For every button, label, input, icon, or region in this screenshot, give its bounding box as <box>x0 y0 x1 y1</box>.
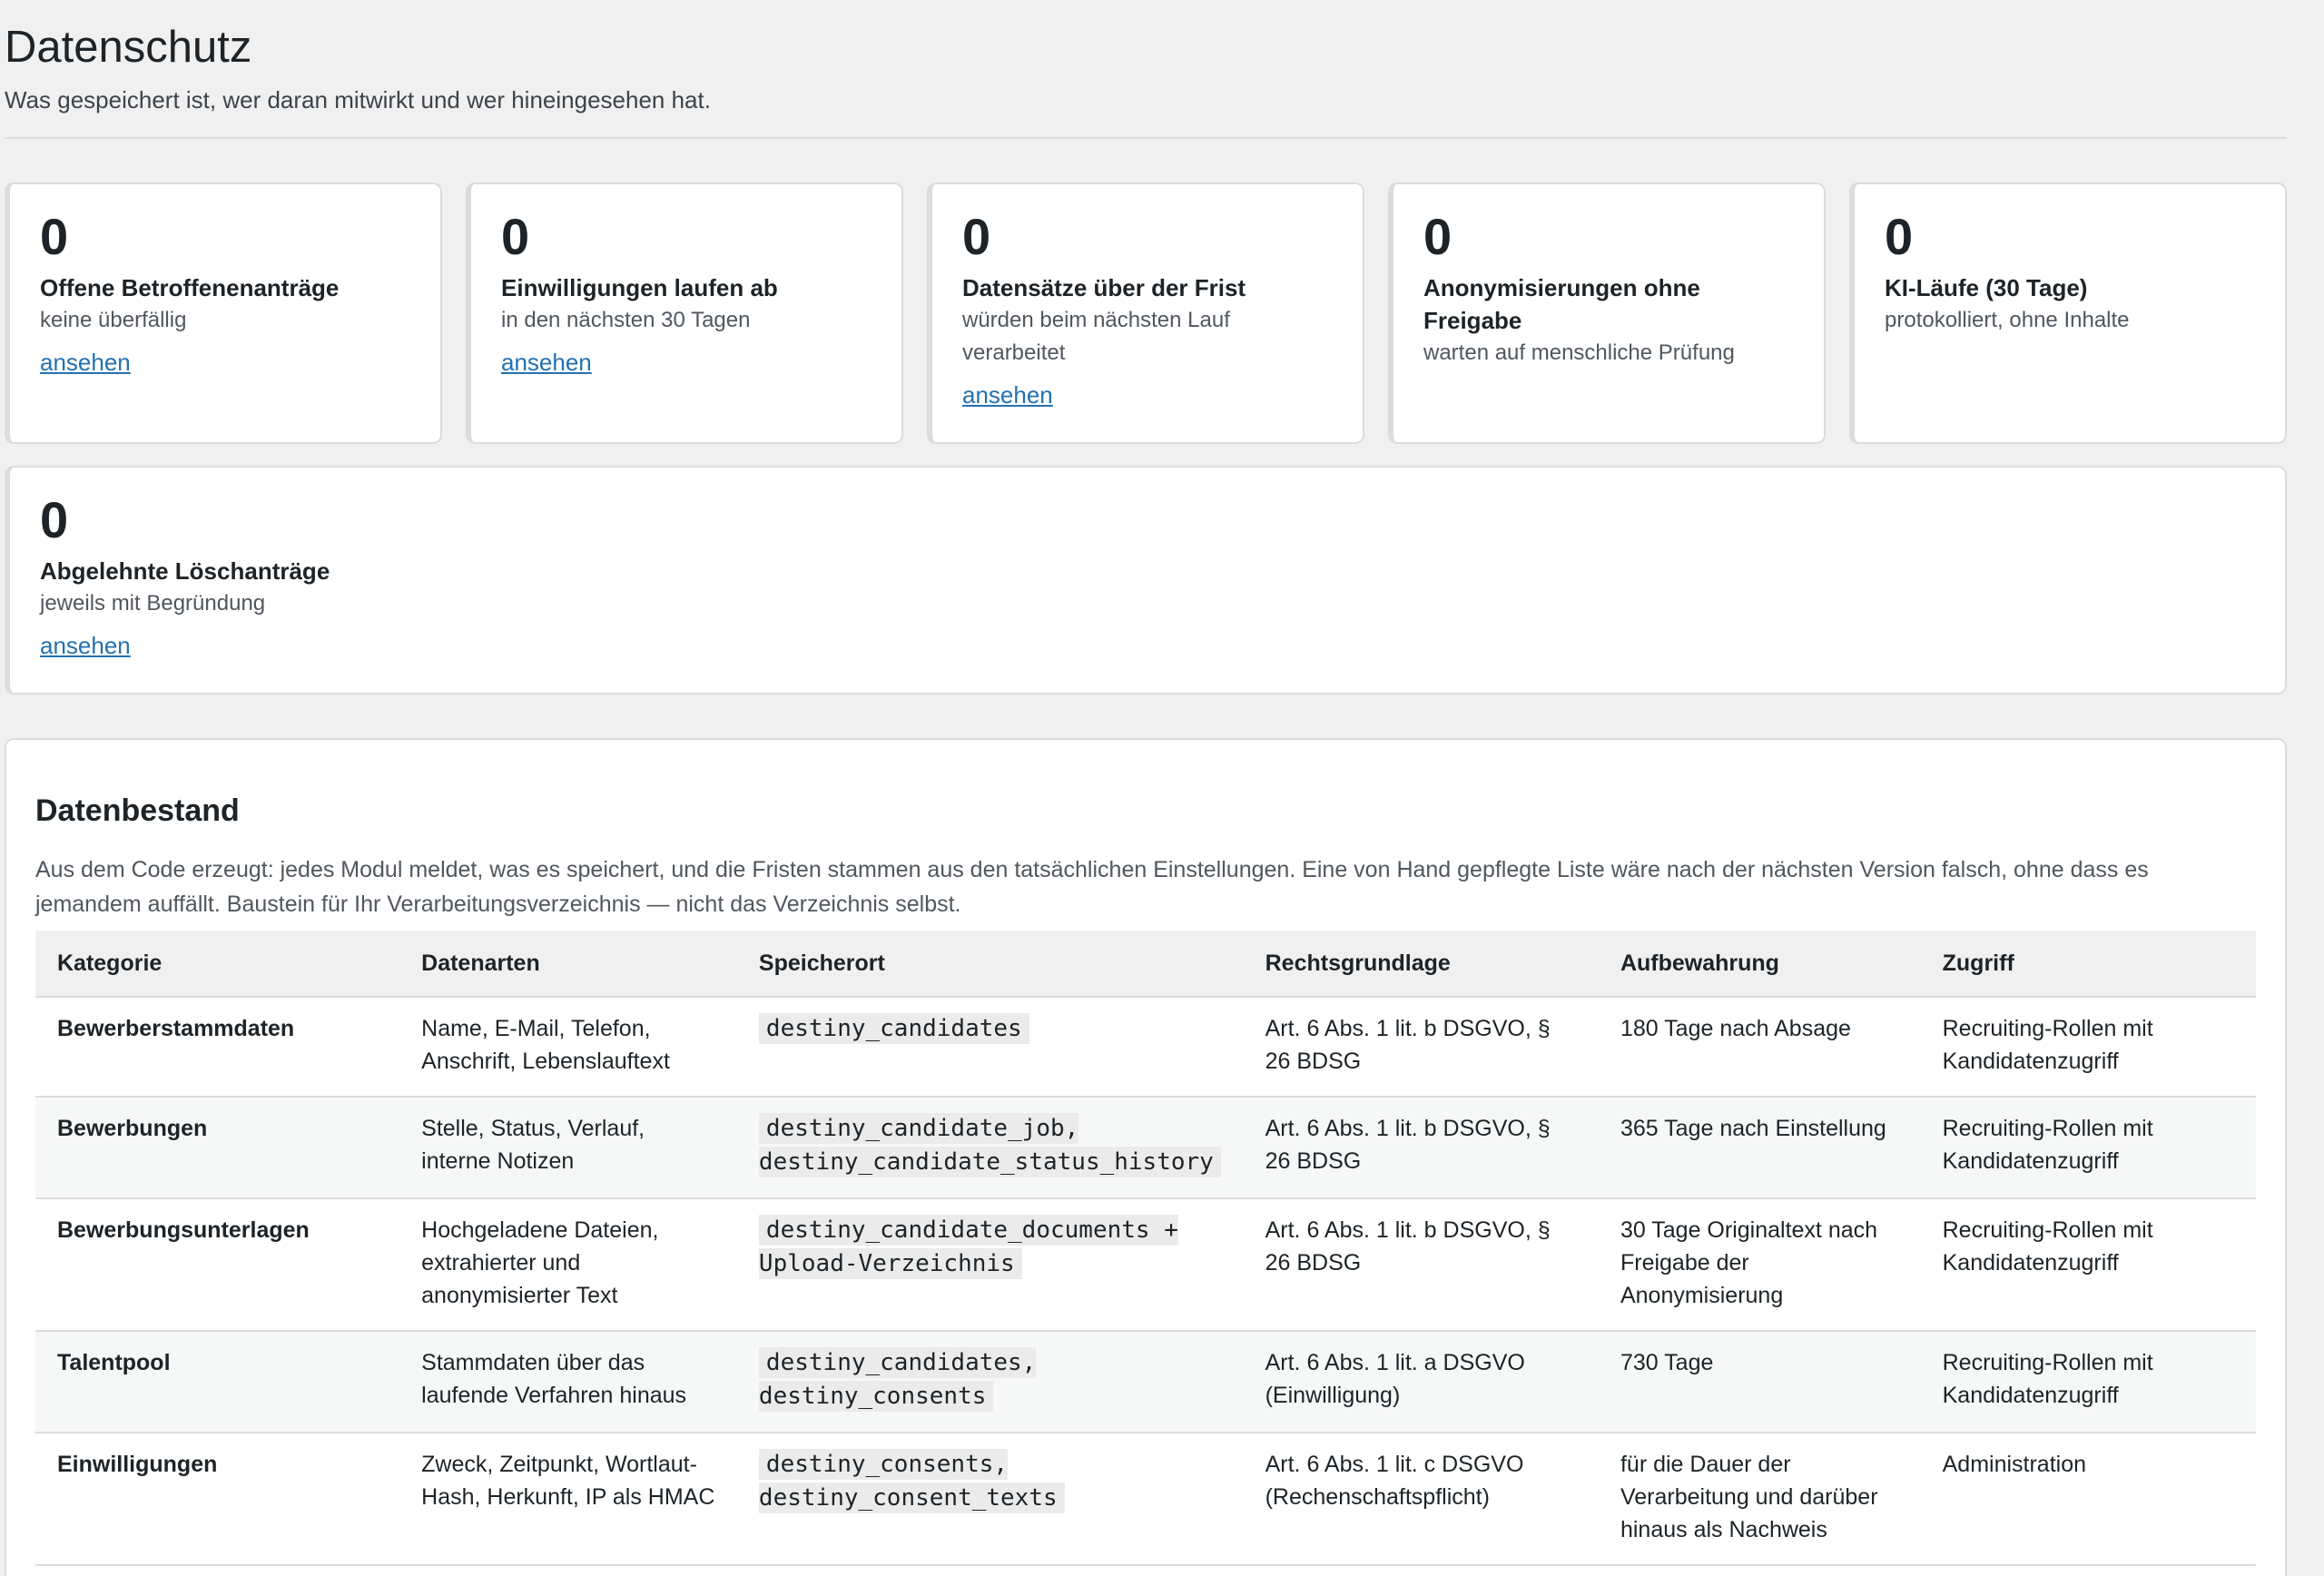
page-subtitle: Was gespeichert ist, wer daran mitwirkt … <box>5 86 711 113</box>
cell-category: Talentpool <box>35 1331 400 1433</box>
cell-category: Bewerbungsunterlagen <box>35 1198 400 1332</box>
card-title: Anonymisierungen ohne Freigabe <box>1423 274 1700 334</box>
cell-category: Bewerberstammdaten <box>35 997 400 1098</box>
card-description: protokolliert, ohne Inhalte <box>1885 308 2130 332</box>
cell-storage: destiny_candidates, destiny_consents <box>736 1331 1244 1433</box>
card-title: Datensätze über der Frist <box>962 274 1246 301</box>
cell-category: Bewerbungen <box>35 1097 400 1199</box>
cell-data-types: Name, E-Mail, Telefon, Anschrift, Lebens… <box>399 997 737 1098</box>
view-overdue-records-link[interactable]: ansehen <box>962 379 1053 411</box>
cell-retention: 180 Tage nach Absage <box>1598 997 1921 1098</box>
view-rejected-deletions-link[interactable]: ansehen <box>40 629 131 662</box>
view-open-requests-link[interactable]: ansehen <box>40 346 131 379</box>
card-title: KI-Läufe (30 Tage) <box>1885 274 2088 301</box>
card-description: keine überfällig <box>40 308 187 332</box>
cell-storage: destiny_candidate_job, destiny_candidate… <box>736 1097 1244 1199</box>
cell-storage: destiny_candidates <box>736 997 1244 1098</box>
cell-retention: 365 Tage nach Einstellung <box>1598 1097 1921 1199</box>
data-inventory-panel: Datenbestand Aus dem Code erzeugt: jedes… <box>5 738 2287 1576</box>
cell-access: Recruiting-Rollen mit Kandidatenzugriff <box>1920 1331 2256 1433</box>
card-value: 0 <box>1885 208 1914 265</box>
column-header-retention: Aufbewahrung <box>1598 931 1921 998</box>
column-header-access: Zugriff <box>1920 931 2256 998</box>
cell-retention: 30 Tage Originaltext nach Freigabe der A… <box>1598 1198 1921 1332</box>
card-description: jeweils mit Begründung <box>40 591 266 616</box>
storage-code: destiny_candidates, destiny_consents <box>758 1347 1037 1412</box>
table-row: Bewerberstammdaten Name, E-Mail, Telefon… <box>35 997 2256 1098</box>
header-divider <box>5 137 2287 139</box>
card-rejected-deletions: 0 Abgelehnte Löschanträge jeweils mit Be… <box>5 466 2287 694</box>
card-open-requests: 0 Offene Betroffenenanträge keine überfä… <box>5 182 442 444</box>
cell-data-types: Hochgeladene Dateien, extrahierter und a… <box>399 1198 737 1332</box>
cell-legal-basis: Art. 6 Abs. 1 lit. c DSGVO (Rechenschaft… <box>1243 1433 1599 1566</box>
table-row: Talentpool Stammdaten über das laufende … <box>35 1331 2256 1433</box>
cell-access: Administration <box>1920 1433 2256 1566</box>
card-ai-runs: 0 KI-Läufe (30 Tage) protokolliert, ohne… <box>1849 182 2287 444</box>
cell-data-types: Zweck, Zeitpunkt, Wortlaut-Hash, Herkunf… <box>399 1433 737 1566</box>
table-row: Einwilligungen Zweck, Zeitpunkt, Wortlau… <box>35 1433 2256 1566</box>
card-description: warten auf menschliche Prüfung <box>1423 340 1735 365</box>
storage-code: destiny_candidate_job, destiny_candidate… <box>758 1113 1221 1177</box>
summary-cards: 0 Offene Betroffenenanträge keine überfä… <box>5 182 2287 694</box>
column-header-category: Kategorie <box>35 931 400 998</box>
card-description: würden beim nächsten Lauf verarbeitet <box>962 308 1230 365</box>
privacy-page: Datenschutz Was gespeichert ist, wer dar… <box>0 0 2324 1576</box>
view-expiring-consents-link[interactable]: ansehen <box>501 346 592 379</box>
cell-retention: 730 Tage <box>1598 1331 1921 1433</box>
card-title: Abgelehnte Löschanträge <box>40 557 330 585</box>
storage-code: destiny_candidates <box>758 1013 1029 1044</box>
card-description: in den nächsten 30 Tagen <box>501 308 751 332</box>
page-title: Datenschutz <box>5 23 252 72</box>
cell-data-types: Stelle, Status, Verlauf, interne Notizen <box>399 1097 737 1199</box>
table-row: Bewerbungen Stelle, Status, Verlauf, int… <box>35 1097 2256 1199</box>
card-value: 0 <box>962 208 991 265</box>
cell-legal-basis: Art. 6 Abs. 1 lit. a DSGVO (Einwilligung… <box>1243 1331 1599 1433</box>
column-header-data-types: Datenarten <box>399 931 737 998</box>
cell-access: Recruiting-Rollen mit Kandidatenzugriff <box>1920 1097 2256 1199</box>
cell-storage: destiny_candidate_documents + Upload-Ver… <box>736 1198 1244 1332</box>
table-header-row: Kategorie Datenarten Speicherort Rechtsg… <box>35 931 2256 998</box>
inventory-title: Datenbestand <box>35 793 240 828</box>
cell-legal-basis: Art. 6 Abs. 1 lit. b DSGVO, § 26 BDSG <box>1243 1198 1599 1332</box>
table-row: Bewerbungsunterlagen Hochgeladene Dateie… <box>35 1198 2256 1332</box>
cell-legal-basis: Art. 6 Abs. 1 lit. b DSGVO, § 26 BDSG <box>1243 1097 1599 1199</box>
cell-category: Einwilligungen <box>35 1433 400 1566</box>
column-header-legal-basis: Rechtsgrundlage <box>1243 931 1599 998</box>
cell-data-types: Stammdaten über das laufende Verfahren h… <box>399 1331 737 1433</box>
card-value: 0 <box>40 491 69 548</box>
cell-access: Recruiting-Rollen mit Kandidatenzugriff <box>1920 1198 2256 1332</box>
card-value: 0 <box>501 208 530 265</box>
card-overdue-records: 0 Datensätze über der Frist würden beim … <box>927 182 1364 444</box>
card-value: 0 <box>40 208 69 265</box>
card-title: Offene Betroffenenanträge <box>40 274 340 301</box>
inventory-table: Kategorie Datenarten Speicherort Rechtsg… <box>35 931 2256 1566</box>
column-header-storage: Speicherort <box>736 931 1244 998</box>
card-pending-anonymizations: 0 Anonymisierungen ohne Freigabe warten … <box>1388 182 1826 444</box>
storage-code: destiny_consents, destiny_consent_texts <box>758 1449 1065 1513</box>
cell-access: Recruiting-Rollen mit Kandidatenzugriff <box>1920 997 2256 1098</box>
storage-code: destiny_candidate_documents + Upload-Ver… <box>758 1215 1178 1279</box>
cell-storage: destiny_consents, destiny_consent_texts <box>736 1433 1244 1566</box>
card-value: 0 <box>1423 208 1452 265</box>
inventory-description: Aus dem Code erzeugt: jedes Modul meldet… <box>35 857 2149 917</box>
card-expiring-consents: 0 Einwilligungen laufen ab in den nächst… <box>466 182 903 444</box>
card-title: Einwilligungen laufen ab <box>501 274 778 301</box>
cell-legal-basis: Art. 6 Abs. 1 lit. b DSGVO, § 26 BDSG <box>1243 997 1599 1098</box>
cell-retention: für die Dauer der Verarbeitung und darüb… <box>1598 1433 1921 1566</box>
